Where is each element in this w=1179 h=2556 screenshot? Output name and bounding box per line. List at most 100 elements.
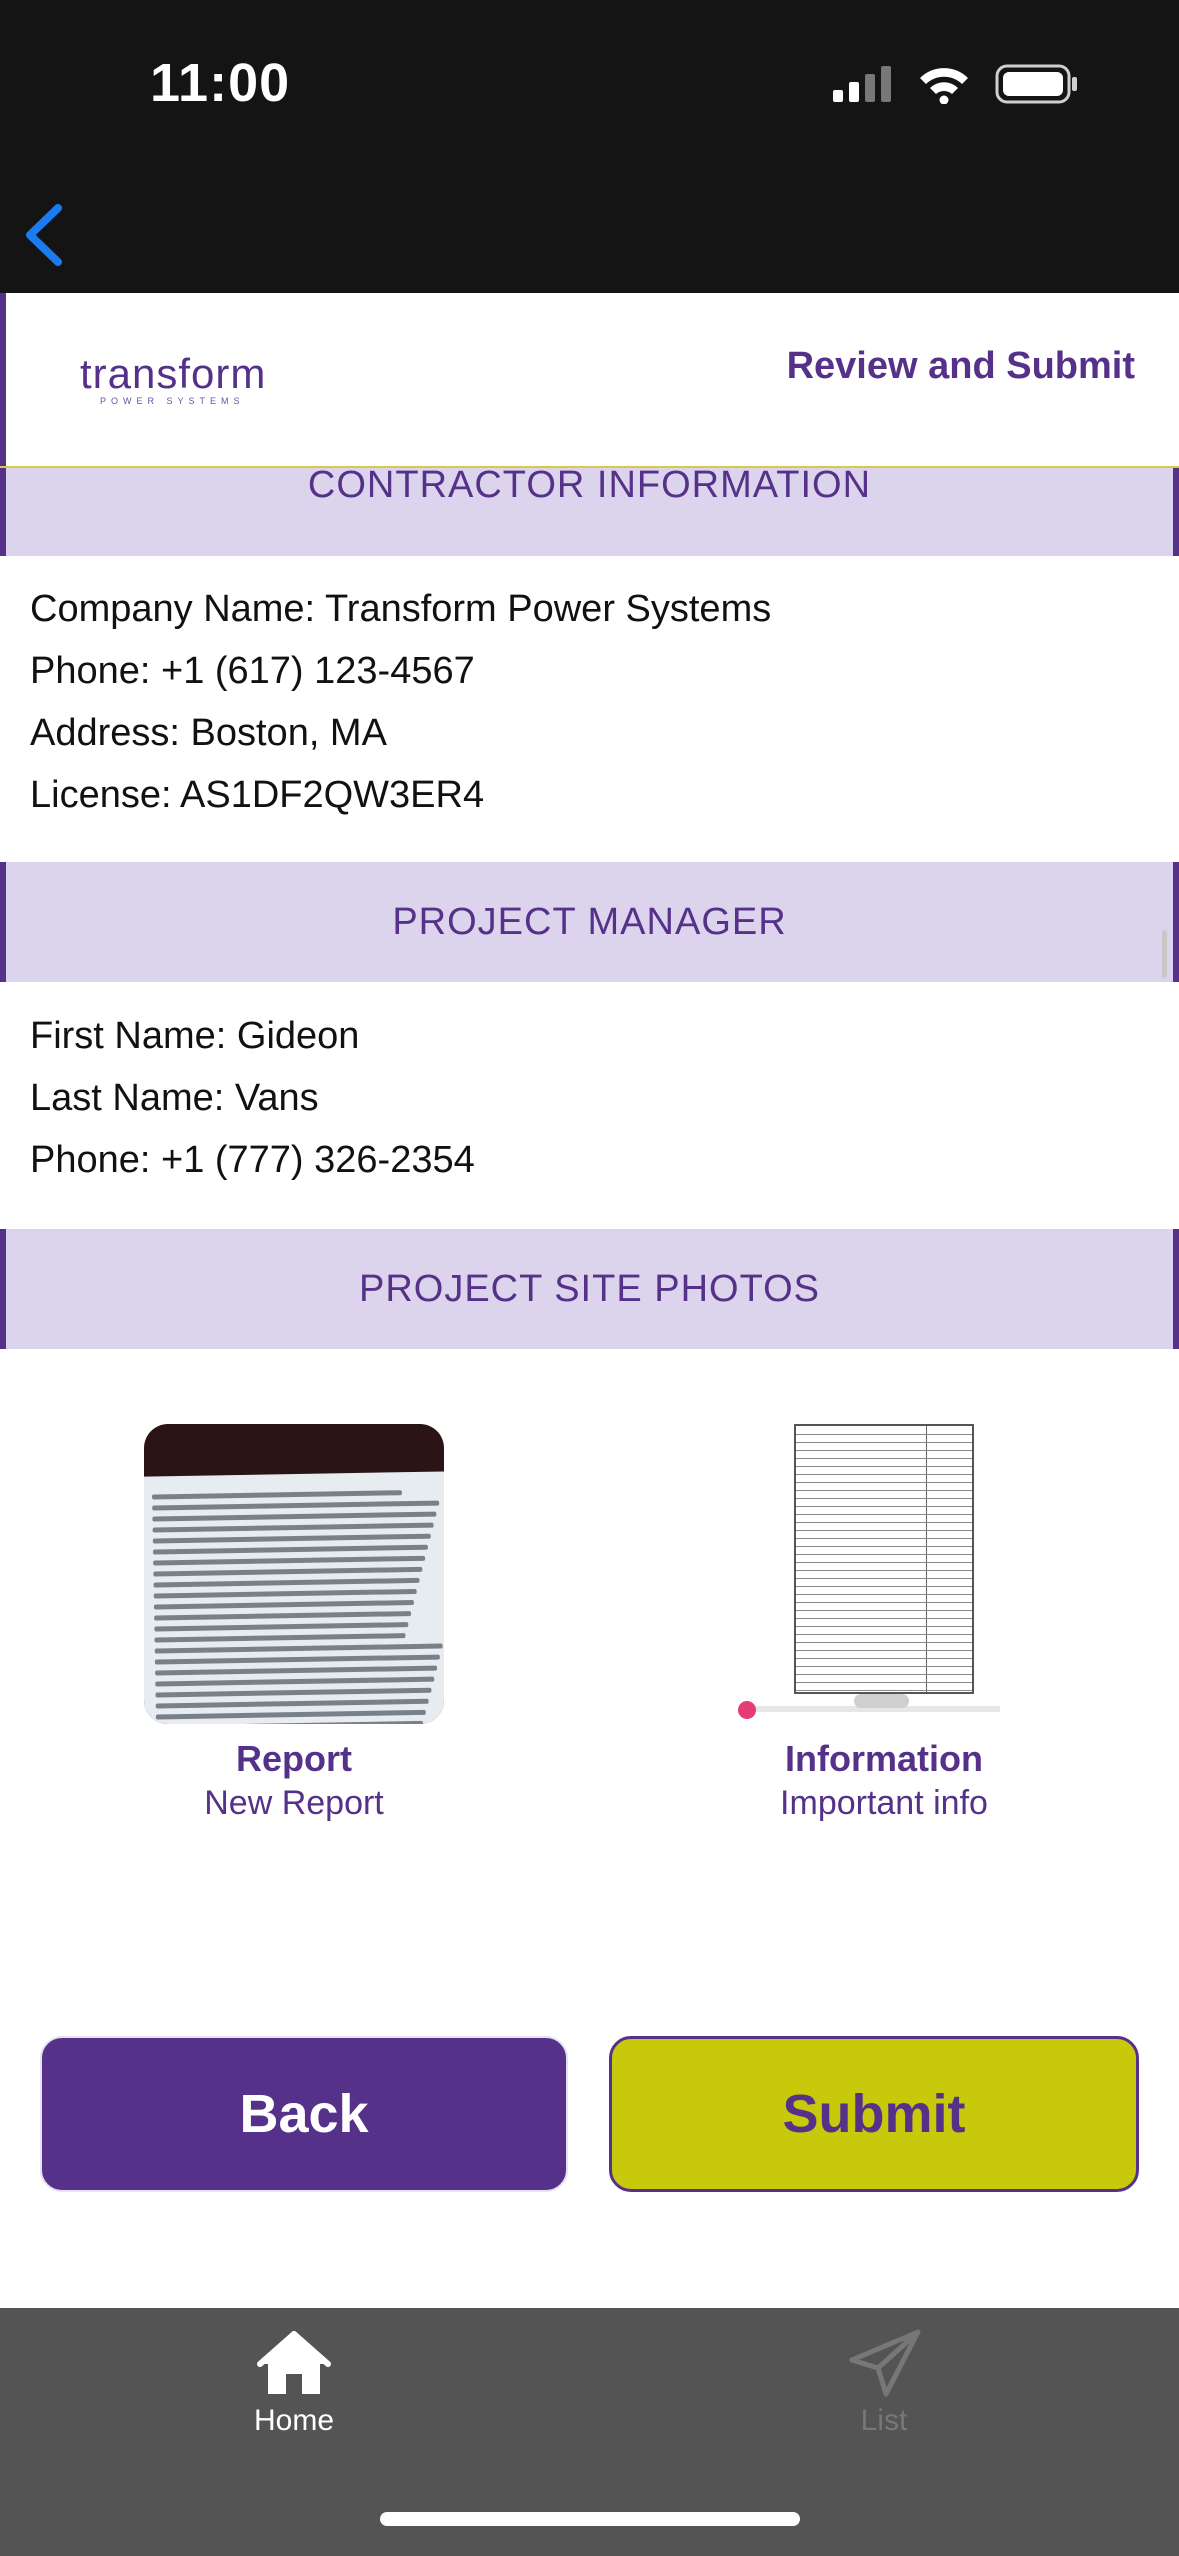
table-row-line xyxy=(796,1666,972,1667)
table-row-line xyxy=(796,1594,972,1595)
document-text-line xyxy=(156,1720,424,1724)
document-text-line xyxy=(155,1665,438,1676)
document-text-line xyxy=(153,1555,426,1566)
page-dots xyxy=(854,1694,909,1708)
table-row-line xyxy=(796,1682,972,1683)
document-text-line xyxy=(155,1687,432,1698)
document-text-line xyxy=(155,1709,426,1720)
table-row-line xyxy=(796,1634,972,1635)
table-row-line xyxy=(796,1530,972,1531)
document-text-line xyxy=(152,1533,431,1544)
tab-list[interactable]: List xyxy=(754,2328,1014,2438)
section-title: CONTRACTOR INFORMATION xyxy=(307,464,872,506)
table-row-line xyxy=(796,1578,972,1579)
section-header-contractor: CONTRACTOR INFORMATION xyxy=(0,464,1179,556)
contractor-license: License: AS1DF2QW3ER4 xyxy=(30,774,485,816)
document-text-line xyxy=(152,1522,434,1533)
tab-label: List xyxy=(860,2404,908,2437)
table-row-line xyxy=(796,1458,972,1459)
table-row-line xyxy=(796,1490,972,1491)
table-row-line xyxy=(796,1506,972,1507)
table-row-line xyxy=(796,1690,972,1691)
table-row-line xyxy=(796,1618,972,1619)
document-text-line xyxy=(152,1511,437,1522)
status-time: 11:00 xyxy=(150,53,291,113)
home-indicator[interactable] xyxy=(380,2512,800,2526)
document-text-line xyxy=(151,1490,403,1500)
table-row-line xyxy=(796,1674,972,1675)
status-icons xyxy=(833,64,1079,104)
back-button[interactable]: Back xyxy=(40,2036,568,2192)
document-text-line xyxy=(155,1698,429,1709)
document-text-line xyxy=(154,1611,412,1621)
table-row-line xyxy=(796,1562,972,1563)
table-row-line xyxy=(796,1546,972,1547)
status-nav-bar xyxy=(0,0,1179,293)
table-row-line xyxy=(796,1498,972,1499)
document-text-line xyxy=(154,1643,443,1654)
section-header-project-manager: PROJECT MANAGER xyxy=(0,862,1179,982)
document-text-line xyxy=(153,1577,420,1588)
photo-thumbnail-report[interactable] xyxy=(144,1424,444,1724)
pm-last-name: Last Name: Vans xyxy=(30,1077,319,1119)
table-row-line xyxy=(796,1642,972,1643)
table-row-line xyxy=(796,1434,972,1435)
table-row-line xyxy=(796,1570,972,1571)
table-row-line xyxy=(796,1602,972,1603)
logo-subtext: POWER SYSTEMS xyxy=(100,396,245,406)
submit-button[interactable]: Submit xyxy=(609,2036,1139,2192)
contractor-phone: Phone: +1 (617) 123-4567 xyxy=(30,650,475,692)
record-dot xyxy=(738,1701,756,1719)
wifi-icon xyxy=(920,68,968,104)
battery-icon xyxy=(995,64,1077,104)
table-row-line xyxy=(796,1650,972,1651)
section-title: PROJECT MANAGER xyxy=(392,900,787,943)
document-text-line xyxy=(155,1676,435,1687)
company-name: Company Name: Transform Power Systems xyxy=(30,588,772,630)
back-chevron-icon[interactable] xyxy=(18,200,78,270)
section-title: PROJECT SITE PHOTOS xyxy=(358,1267,820,1310)
table-row-line xyxy=(796,1554,972,1555)
table-row-line xyxy=(796,1586,972,1587)
table-row-line xyxy=(796,1610,972,1611)
table-row-line xyxy=(796,1450,972,1451)
photo-title: Information xyxy=(785,1738,983,1779)
document-text-line xyxy=(154,1633,406,1643)
pm-phone: Phone: +1 (777) 326-2354 xyxy=(30,1139,475,1181)
photo-caption-report[interactable]: Report New Report xyxy=(94,1738,494,1823)
document-page-image xyxy=(144,1471,444,1724)
document-text-line xyxy=(154,1622,409,1632)
document-text-line xyxy=(154,1654,440,1665)
page-title: Review and Submit xyxy=(786,345,1135,387)
home-icon xyxy=(257,2331,331,2394)
photo-title: Report xyxy=(236,1738,352,1779)
paper-plane-icon xyxy=(849,2329,921,2397)
table-row-line xyxy=(796,1474,972,1475)
logo-text: transform xyxy=(80,350,267,397)
table-row-line xyxy=(796,1538,972,1539)
table-row-line xyxy=(796,1482,972,1483)
document-text-line xyxy=(152,1544,428,1555)
document-text-line xyxy=(153,1566,423,1577)
photo-subtitle: New Report xyxy=(204,1784,384,1822)
tab-home[interactable]: Home xyxy=(164,2328,424,2438)
pm-first-name: First Name: Gideon xyxy=(30,1015,360,1057)
cellular-signal-icon xyxy=(833,66,891,102)
document-text-line xyxy=(152,1500,440,1511)
company-logo: transform POWER SYSTEMS xyxy=(80,350,266,406)
section-header-site-photos: PROJECT SITE PHOTOS xyxy=(0,1229,1179,1349)
scroll-indicator[interactable] xyxy=(1162,930,1167,978)
photo-subtitle: Important info xyxy=(780,1784,988,1822)
photo-thumbnail-information[interactable] xyxy=(734,1424,1034,1724)
table-row-line xyxy=(796,1626,972,1627)
table-row-line xyxy=(796,1442,972,1443)
contractor-info: Company Name: Transform Power Systems Ph… xyxy=(30,578,771,826)
document-text-line xyxy=(153,1599,414,1610)
table-row-line xyxy=(796,1466,972,1467)
contractor-address: Address: Boston, MA xyxy=(30,712,387,754)
photo-caption-information[interactable]: Information Important info xyxy=(684,1738,1084,1823)
table-row-line xyxy=(796,1514,972,1515)
table-row-line xyxy=(796,1522,972,1523)
table-image xyxy=(794,1424,974,1694)
table-row-line xyxy=(796,1658,972,1659)
